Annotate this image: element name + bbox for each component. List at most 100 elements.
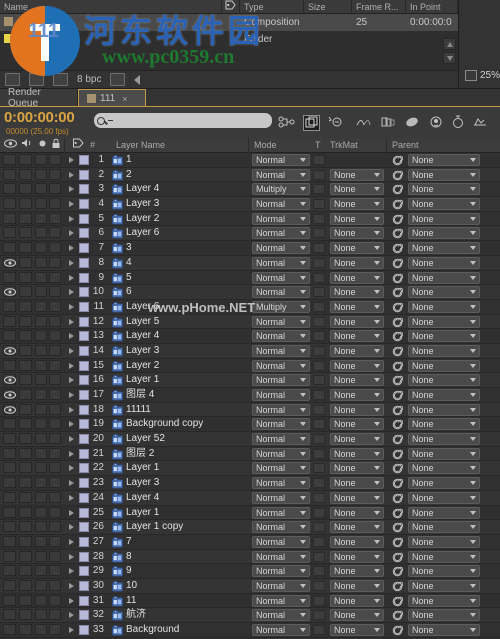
layer-parent-dropdown[interactable]: None [408,242,480,255]
layer-name[interactable]: 8 [126,550,132,564]
layer-trkmat-dropdown[interactable]: None [330,315,384,328]
layer-video-toggle[interactable] [3,521,16,533]
parent-pickwhip-icon[interactable] [392,449,404,460]
layer-mode-dropdown[interactable]: Multiply [252,183,310,196]
layer-lock-toggle[interactable] [49,624,61,635]
layer-name[interactable]: 11 [126,594,136,608]
layer-lock-toggle[interactable] [49,183,61,195]
layer-lock-toggle[interactable] [49,491,61,503]
layer-trkmat-dropdown[interactable]: None [330,242,384,255]
layer-video-toggle[interactable] [3,212,16,224]
auto-keyframe-icon[interactable] [450,115,467,131]
parent-pickwhip-icon[interactable] [392,405,404,416]
layer-mode-dropdown[interactable]: Normal [252,447,310,460]
layer-preserve-transparency-toggle[interactable] [313,492,325,503]
composition-mini-flowchart-icon[interactable] [278,115,295,131]
layer-lock-toggle[interactable] [49,242,61,254]
layer-audio-toggle[interactable] [19,462,32,474]
layer-video-toggle[interactable] [3,256,16,268]
layer-name[interactable]: Background [126,623,179,637]
layer-preserve-transparency-toggle[interactable] [313,522,325,533]
layer-preserve-transparency-toggle[interactable] [313,507,325,518]
layer-preserve-transparency-toggle[interactable] [313,566,325,577]
layer-video-toggle[interactable] [3,447,16,459]
search-input[interactable] [94,113,272,128]
layer-switches-icon[interactable] [472,115,489,131]
layer-audio-toggle[interactable] [19,624,32,635]
layer-audio-toggle[interactable] [19,242,32,254]
table-row[interactable]: 19 Background copy Normal None None [0,417,500,433]
layer-parent-dropdown[interactable]: None [408,609,480,622]
parent-pickwhip-icon[interactable] [392,625,404,636]
table-row[interactable]: 7 3 Normal None None [0,241,500,256]
layer-expand-triangle-icon[interactable] [69,377,74,384]
layer-trkmat-dropdown[interactable]: None [330,300,384,313]
layer-preserve-transparency-toggle[interactable] [313,610,325,621]
layer-video-toggle[interactable] [3,315,16,327]
project-item-name-cell[interactable]: Layers [0,31,222,48]
layer-mode-dropdown[interactable]: Normal [252,477,310,490]
layer-expand-triangle-icon[interactable] [69,597,74,604]
close-icon[interactable]: × [122,94,127,104]
layer-trkmat-dropdown[interactable]: None [330,624,384,636]
layer-expand-triangle-icon[interactable] [69,303,74,310]
layer-audio-toggle[interactable] [19,315,32,327]
layer-solo-toggle[interactable] [35,491,47,503]
layer-solo-toggle[interactable] [35,242,47,254]
layer-video-toggle[interactable] [3,374,16,386]
layer-solo-toggle[interactable] [35,359,47,371]
layer-preserve-transparency-toggle[interactable] [313,287,325,298]
layer-parent-dropdown[interactable]: None [408,374,480,387]
layer-preserve-transparency-toggle[interactable] [313,243,325,254]
solo-icon[interactable] [38,138,47,153]
layer-audio-toggle[interactable] [19,550,32,562]
layer-lock-toggle[interactable] [49,198,61,210]
trkmat-header[interactable]: TrkMat [330,138,358,153]
layer-trkmat-dropdown[interactable]: None [330,579,384,592]
layer-preserve-transparency-toggle[interactable] [313,331,325,342]
layer-solo-toggle[interactable] [35,609,47,621]
layer-solo-toggle[interactable] [35,521,47,533]
layer-lock-toggle[interactable] [49,374,61,386]
current-timecode[interactable]: 0:00:00:00 [4,109,75,126]
layer-expand-triangle-icon[interactable] [69,274,74,281]
mode-header[interactable]: Mode [254,138,277,153]
layer-parent-dropdown[interactable]: None [408,506,480,519]
layer-audio-toggle[interactable] [19,212,32,224]
parent-pickwhip-icon[interactable] [392,258,404,269]
layer-lock-toggle[interactable] [49,168,61,180]
layer-parent-dropdown[interactable]: None [408,579,480,592]
layer-lock-toggle[interactable] [49,506,61,518]
layer-video-toggle[interactable] [3,330,16,342]
new-comp-icon[interactable] [5,73,20,86]
table-row[interactable]: 28 8 Normal None None [0,549,500,565]
layer-mode-dropdown[interactable]: Normal [252,227,310,240]
layer-expand-triangle-icon[interactable] [69,362,74,369]
layer-mode-dropdown[interactable]: Normal [252,256,310,269]
brainstorm-icon[interactable] [404,115,421,131]
layer-audio-toggle[interactable] [19,286,32,298]
layer-preserve-transparency-toggle[interactable] [313,360,325,371]
parent-pickwhip-icon[interactable] [392,522,404,533]
layer-video-toggle[interactable] [3,579,16,591]
layer-preserve-transparency-toggle[interactable] [313,478,325,489]
layer-mode-dropdown[interactable]: Normal [252,418,310,431]
layer-audio-toggle[interactable] [19,477,32,489]
layer-name[interactable]: Layer 2 [126,359,159,373]
layer-solo-toggle[interactable] [35,403,47,415]
graph-editor-icon[interactable] [428,115,445,131]
table-row[interactable]: 8 4 Normal None None [0,255,500,271]
layer-trkmat-dropdown[interactable]: None [330,183,384,196]
layer-expand-triangle-icon[interactable] [69,465,74,472]
layer-trkmat-dropdown[interactable]: None [330,550,384,563]
hide-shy-layers-icon[interactable] [326,115,343,131]
table-row[interactable]: 23 Layer 3 Normal None None [0,476,500,491]
table-row[interactable]: 22 Layer 1 Normal None None [0,461,500,477]
layer-solo-toggle[interactable] [35,535,47,547]
layer-parent-dropdown[interactable]: None [408,550,480,563]
layer-solo-toggle[interactable] [35,256,47,268]
layer-expand-triangle-icon[interactable] [69,201,74,208]
layer-solo-toggle[interactable] [35,227,47,239]
table-row[interactable]: 10 6 Normal None None [0,285,500,300]
layer-mode-dropdown[interactable]: Normal [252,315,310,328]
